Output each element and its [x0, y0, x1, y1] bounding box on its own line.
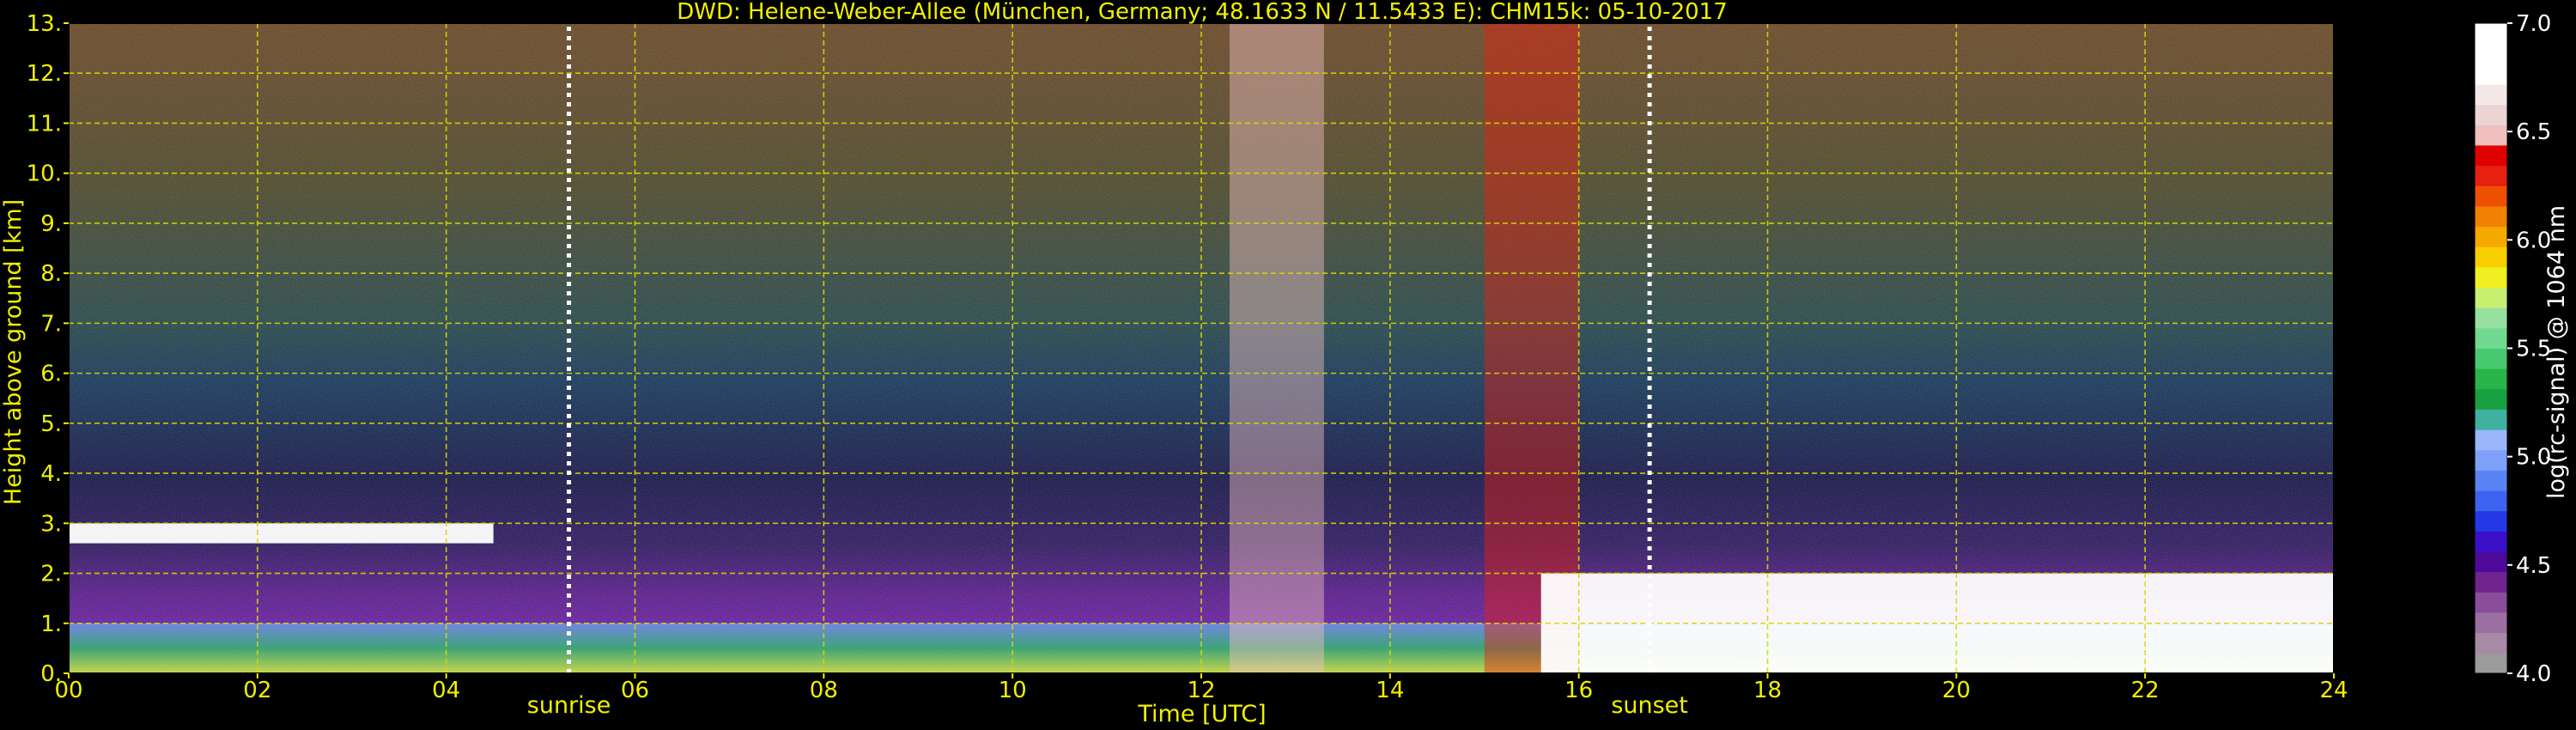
- colorbar-segment: [2475, 490, 2507, 512]
- chart-title: DWD: Helene-Weber-Allee (München, German…: [677, 0, 1728, 25]
- y-axis-label: Height above ground [km]: [0, 199, 27, 505]
- colorbar: 4.04.55.05.56.06.57.0: [2474, 11, 2551, 687]
- colorbar-segment: [2475, 449, 2507, 471]
- x-tick-label: 12: [1187, 678, 1215, 703]
- colorbar-segment: [2475, 226, 2507, 247]
- x-tick-label: 02: [243, 678, 271, 703]
- colorbar-segment: [2475, 266, 2507, 289]
- y-tick-label: 13.: [27, 11, 62, 37]
- x-tick-label: 16: [1564, 678, 1593, 703]
- colorbar-segment: [2475, 429, 2507, 451]
- colorbar-segment: [2475, 287, 2507, 308]
- colorbar-tick-label: 4.0: [2516, 661, 2551, 687]
- x-tick-label: 22: [2131, 678, 2160, 703]
- y-tick-label: 6.: [40, 362, 62, 387]
- colorbar-tick-label: 6.5: [2516, 119, 2551, 145]
- x-tick-label: 18: [1753, 678, 1782, 703]
- sunset-label: sunset: [1611, 692, 1688, 719]
- colorbar-label: log(rc-signal) @ 1064 nm: [2543, 205, 2570, 499]
- colorbar-segment: [2475, 327, 2507, 349]
- colorbar-segment: [2475, 307, 2507, 329]
- y-tick-label: 5.: [40, 411, 62, 437]
- x-tick-label: 10: [999, 678, 1027, 703]
- ceilometer-chart: sunrise sunset 00 02 04 06 08 10 12 14 16 18 20 22 24…: [0, 0, 2570, 727]
- y-tick-label: 1.: [40, 611, 62, 637]
- y-tick-label: 12.: [27, 61, 62, 87]
- y-tick-label: 9.: [40, 211, 62, 237]
- colorbar-segment: [2475, 653, 2507, 674]
- x-tick-label: 14: [1376, 678, 1404, 703]
- colorbar-segment: [2475, 510, 2507, 532]
- y-tick-label: 8.: [40, 261, 62, 287]
- colorbar-segment: [2475, 246, 2507, 268]
- colorbar-segment: [2475, 43, 2507, 64]
- colorbar-segment: [2475, 23, 2507, 45]
- feature-cloud-layer: [69, 523, 494, 544]
- y-tick-label: 2.: [40, 562, 62, 587]
- colorbar-segment: [2475, 144, 2507, 167]
- colorbar-segment: [2475, 64, 2507, 85]
- y-tick-label: 11.: [27, 111, 62, 137]
- y-tick-label: 0.: [40, 661, 62, 687]
- x-tick-label: 24: [2319, 678, 2348, 703]
- colorbar-segment: [2475, 409, 2507, 430]
- sunrise-label: sunrise: [527, 692, 611, 719]
- colorbar-segment: [2475, 388, 2507, 410]
- y-tick-label: 7.: [40, 311, 62, 337]
- colorbar-segment: [2475, 83, 2507, 106]
- colorbar-segment: [2475, 186, 2507, 207]
- colorbar-segment: [2475, 125, 2507, 146]
- y-tick-label: 10.: [27, 161, 62, 187]
- colorbar-segment: [2475, 592, 2507, 613]
- colorbar-segment: [2475, 612, 2507, 634]
- x-tick-label: 04: [432, 678, 460, 703]
- colorbar-segment: [2475, 531, 2507, 552]
- x-axis-label: Time [UTC]: [1137, 701, 1266, 727]
- colorbar-segment: [2475, 368, 2507, 390]
- colorbar-segment: [2475, 470, 2507, 491]
- colorbar-segment: [2475, 551, 2507, 573]
- colorbar-segment: [2475, 104, 2507, 125]
- feature-high-cloud: [1229, 23, 1324, 673]
- colorbar-tick-label: 4.5: [2516, 553, 2551, 579]
- colorbar-segment: [2475, 205, 2507, 228]
- x-tick-label: 06: [621, 678, 649, 703]
- colorbar-segment: [2475, 632, 2507, 654]
- y-tick-label: 4.: [40, 461, 62, 487]
- colorbar-segment: [2475, 571, 2507, 593]
- x-tick-label: 08: [810, 678, 838, 703]
- y-tick-label: 3.: [40, 511, 62, 537]
- colorbar-segment: [2475, 348, 2507, 369]
- colorbar-segment: [2475, 165, 2507, 186]
- colorbar-tick-label: 7.0: [2516, 11, 2551, 37]
- x-tick-label: 20: [1942, 678, 1971, 703]
